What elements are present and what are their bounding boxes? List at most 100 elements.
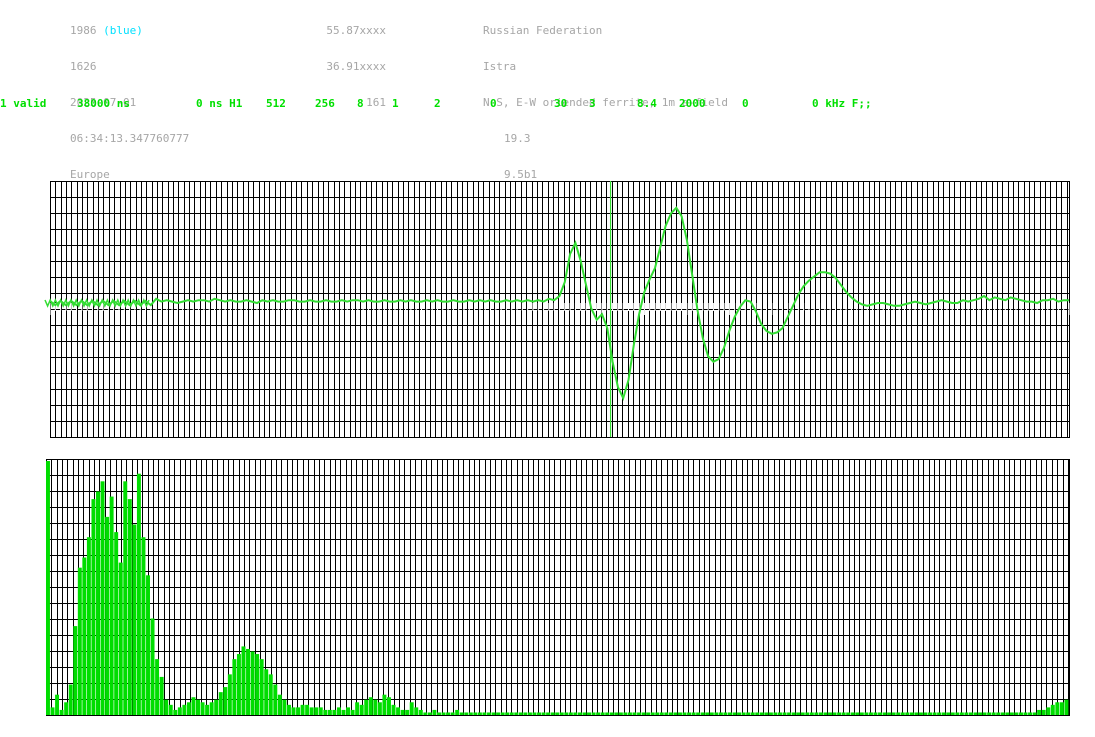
histogram-bar xyxy=(696,712,701,715)
histogram-bar xyxy=(737,712,742,715)
histogram-bar xyxy=(809,712,814,715)
histogram-bar xyxy=(196,699,200,715)
histogram-bar xyxy=(246,648,250,715)
histogram-bar xyxy=(768,712,773,715)
histogram-bar xyxy=(955,712,960,715)
histogram-bar xyxy=(291,707,296,715)
histogram-bar xyxy=(523,712,528,715)
histogram-bar xyxy=(496,712,501,715)
histogram-bar xyxy=(900,712,905,715)
histogram-bar xyxy=(859,712,864,715)
histogram-bar xyxy=(227,674,232,715)
histogram-bar xyxy=(564,712,569,715)
histogram-bar xyxy=(541,712,546,715)
histogram-bar xyxy=(882,712,887,715)
histogram-bar xyxy=(687,712,692,715)
histogram-bar xyxy=(255,654,260,715)
histogram-bar xyxy=(68,684,73,715)
histogram-bar xyxy=(336,707,341,715)
histogram-bar xyxy=(918,712,923,715)
histogram-bar xyxy=(1050,704,1055,715)
histogram-chart xyxy=(46,459,1070,716)
histogram-bar xyxy=(123,481,128,715)
histogram-bar xyxy=(1046,707,1051,715)
histogram-bar xyxy=(818,712,823,715)
histogram-bar xyxy=(1064,699,1069,715)
histogram-bar xyxy=(314,707,319,715)
histogram-bar xyxy=(928,712,932,715)
histogram-bar xyxy=(573,712,578,715)
histogram-bar xyxy=(114,532,119,715)
histogram-bar xyxy=(468,712,473,715)
histogram-bar xyxy=(677,712,682,715)
histogram-bar xyxy=(1055,702,1060,715)
histogram-bar xyxy=(264,669,269,715)
histogram-bar xyxy=(568,712,573,715)
histogram-bar xyxy=(64,702,69,715)
histogram-bar xyxy=(982,712,987,715)
histogram-bar xyxy=(655,712,660,715)
histogram-bar xyxy=(850,712,855,715)
histogram-bar xyxy=(100,481,105,715)
histogram-bar xyxy=(932,712,937,715)
histogram-bar xyxy=(996,712,1001,715)
histogram-bar xyxy=(186,702,191,715)
histogram-bar xyxy=(296,707,301,715)
histogram-bar xyxy=(705,712,710,715)
histogram-bar xyxy=(1037,709,1042,715)
histogram-bar xyxy=(832,712,837,715)
histogram-bar xyxy=(368,697,373,715)
histogram-bar xyxy=(964,712,969,715)
histogram-bar xyxy=(750,712,755,715)
histogram-bar xyxy=(300,704,305,715)
histogram-bar xyxy=(973,712,978,715)
histogram-bar xyxy=(1018,712,1023,715)
histogram-bar xyxy=(341,709,346,715)
histogram-bar xyxy=(441,712,446,715)
histogram-bar xyxy=(800,712,805,715)
histogram-bar xyxy=(1014,712,1019,715)
histogram-bar xyxy=(355,702,360,715)
histogram-bar xyxy=(600,712,605,715)
histogram-bar xyxy=(732,712,737,715)
histogram-bar xyxy=(200,702,205,715)
histogram-bar xyxy=(305,704,310,715)
histogram-bar xyxy=(518,712,523,715)
histogram-bar xyxy=(614,712,619,715)
histogram-bar xyxy=(941,712,946,715)
histogram-bar xyxy=(773,712,778,715)
histogram-bar xyxy=(550,712,555,715)
histogram-bar xyxy=(359,704,364,715)
histogram-bar xyxy=(1059,702,1064,715)
histogram-bar xyxy=(373,699,378,715)
histogram-bar xyxy=(346,707,351,715)
histogram-bar xyxy=(609,712,614,715)
histogram-bar xyxy=(668,712,673,715)
histogram-bar xyxy=(718,712,723,715)
histogram-bar xyxy=(73,626,78,715)
histogram-bar xyxy=(759,712,764,715)
histogram-bar xyxy=(923,712,928,715)
histogram-bar xyxy=(191,697,196,715)
histogram-bar xyxy=(259,659,264,715)
histogram-bar xyxy=(400,709,405,715)
histogram-bar xyxy=(637,712,642,715)
histogram-bar xyxy=(627,712,632,715)
histogram-bar xyxy=(55,694,60,715)
histogram-bar xyxy=(587,712,591,715)
histogram-bar xyxy=(1041,709,1046,715)
histogram-bar xyxy=(1032,712,1037,715)
histogram-bar xyxy=(396,707,401,715)
histogram-bar xyxy=(450,712,455,715)
histogram-bar xyxy=(277,694,282,715)
histogram-bar xyxy=(464,712,469,715)
histogram-bar xyxy=(218,692,223,715)
histogram-bar xyxy=(764,712,769,715)
histogram-bar xyxy=(596,712,601,715)
histogram-bar xyxy=(582,712,587,715)
histogram-bar xyxy=(787,712,792,715)
histogram-bar xyxy=(746,712,751,715)
histogram-bar xyxy=(155,659,160,715)
histogram-bar xyxy=(896,712,901,715)
histogram-bar xyxy=(991,712,996,715)
